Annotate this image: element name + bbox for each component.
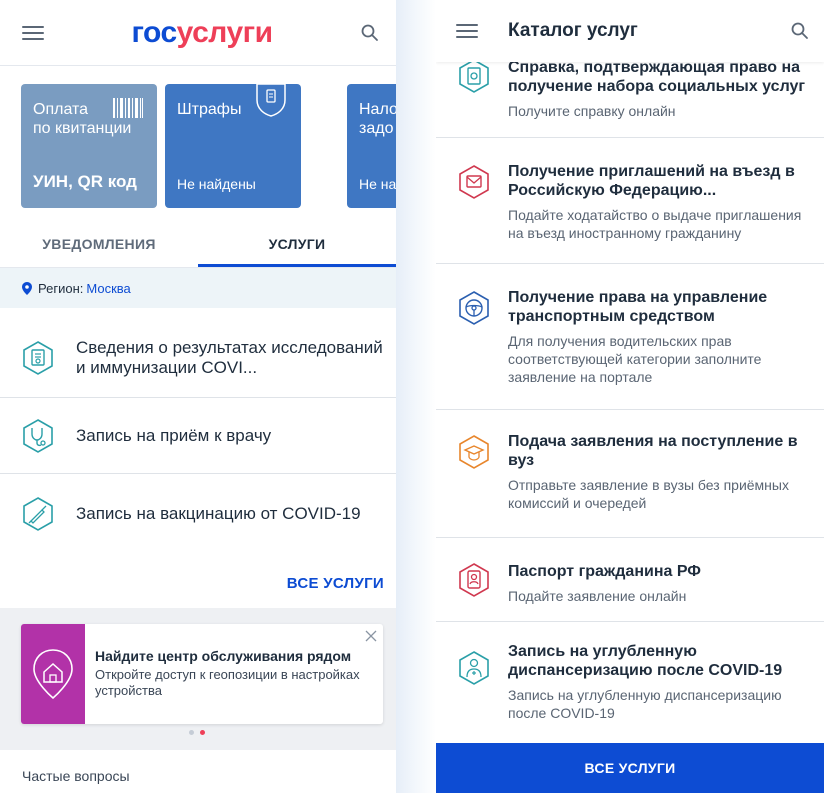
graduation-cap-icon — [459, 435, 489, 469]
catalog-item-university[interactable]: Подача заявления на поступление в вуз От… — [436, 410, 824, 538]
carousel-dot[interactable] — [189, 730, 194, 735]
card-taxes-title: Нало задо — [359, 101, 396, 137]
passport-icon — [459, 563, 489, 597]
catalog-item-desc: Подайте ходатайство о выдаче приглашения… — [508, 207, 802, 241]
region-bar: Регион: Москва — [0, 268, 396, 308]
catalog-item-title: Справка, подтверждающая право на получен… — [508, 59, 806, 95]
catalog-item-title: Паспорт гражданина РФ — [508, 563, 701, 580]
promo-text: Откройте доступ к геопозиции в настройка… — [95, 667, 360, 698]
promo-section: Найдите центр обслуживания рядом Откройт… — [0, 608, 396, 750]
all-services-button[interactable]: ВСЕ УСЛУГИ — [436, 743, 824, 793]
card-fines[interactable]: Штрафы Не найдены — [165, 84, 301, 208]
catalog-list: Справка, подтверждающая право на получен… — [436, 50, 824, 746]
faq-heading[interactable]: Частые вопросы — [22, 768, 130, 784]
promo-card[interactable]: Найдите центр обслуживания рядом Откройт… — [21, 624, 383, 724]
gosuslugi-logo[interactable]: госуслуги — [131, 15, 273, 50]
all-services-link[interactable]: ВСЕ УСЛУГИ — [287, 575, 384, 592]
tab-bar: УВЕДОМЛЕНИЯ УСЛУГИ — [0, 222, 396, 268]
catalog-title: Каталог услуг — [508, 20, 638, 41]
region-link[interactable]: Москва — [86, 281, 130, 296]
card-taxes-value: Не на — [359, 176, 396, 192]
service-label: Запись на приём к врачу — [76, 425, 272, 445]
syringe-icon — [23, 497, 53, 531]
region-label: Регион: — [38, 280, 84, 296]
service-doctor-appointment[interactable]: Запись на приём к врачу — [0, 398, 396, 474]
promo-icon-tile — [21, 624, 85, 724]
location-pin-icon — [22, 281, 32, 295]
catalog-item-desc: Для получения водительских прав соответс… — [508, 333, 762, 385]
card-taxes[interactable]: Нало задо Не на — [347, 84, 396, 208]
card-fines-value: Не найдены — [177, 176, 256, 192]
stethoscope-icon — [23, 418, 53, 453]
promo-title: Найдите центр обслуживания рядом — [95, 648, 352, 664]
catalog-item-title: Получение права на управление транспортн… — [508, 289, 768, 325]
logo-part-uslugi: услуги — [176, 15, 273, 49]
tab-services[interactable]: УСЛУГИ — [198, 222, 396, 267]
menu-icon[interactable] — [456, 24, 478, 38]
search-icon[interactable] — [790, 21, 810, 41]
service-label: Запись на вакцинацию от COVID-19 — [76, 504, 361, 523]
service-list: Сведения о результатах исследований и им… — [0, 318, 396, 554]
medical-document-icon — [23, 340, 53, 375]
invitation-icon — [459, 165, 489, 199]
carousel-dot-active[interactable] — [200, 730, 205, 735]
catalog-item-desc: Отправьте заявление в вузы без приёмных … — [508, 477, 789, 511]
catalog-item-medical-checkup[interactable]: Запись на углубленную диспансеризацию по… — [436, 622, 824, 746]
steering-wheel-icon — [459, 291, 489, 325]
screen-divider — [396, 0, 436, 793]
home-location-icon — [33, 649, 73, 700]
card-payment-value: УИН, QR код — [33, 172, 137, 191]
catalog-top-bar: Каталог услуг — [436, 0, 824, 62]
menu-icon[interactable] — [22, 25, 44, 40]
tab-notifications[interactable]: УВЕДОМЛЕНИЯ — [0, 222, 198, 267]
certificate-icon — [459, 59, 489, 93]
left-screen: госуслуги Оплата по квитанции УИН, QR ко… — [0, 0, 396, 793]
catalog-item-driving-license[interactable]: Получение права на управление транспортн… — [436, 264, 824, 410]
catalog-item-social-services[interactable]: Справка, подтверждающая право на получен… — [436, 50, 824, 138]
catalog-item-title: Получение приглашений на въезд в Российс… — [508, 163, 795, 199]
carousel-dots — [189, 730, 205, 735]
catalog-item-title: Запись на углубленную диспансеризацию по… — [508, 643, 783, 679]
promo-body: Найдите центр обслуживания рядом Откройт… — [85, 624, 383, 724]
catalog-item-desc: Получите справку онлайн — [508, 103, 676, 119]
close-icon[interactable] — [365, 630, 377, 642]
catalog-item-passport[interactable]: Паспорт гражданина РФ Подайте заявление … — [436, 538, 824, 622]
top-bar: госуслуги — [0, 0, 396, 66]
catalog-item-desc: Запись на углубленную диспансеризацию по… — [508, 687, 782, 721]
search-icon[interactable] — [360, 23, 380, 43]
service-covid-vaccination[interactable]: Запись на вакцинацию от COVID-19 — [0, 474, 396, 554]
right-screen: Каталог услуг Справка, подтверждающая пр… — [436, 0, 824, 793]
service-label: Сведения о результатах исследований и им… — [76, 337, 383, 377]
quick-cards: Оплата по квитанции УИН, QR код Штрафы Н… — [21, 84, 396, 208]
doctor-icon — [459, 651, 489, 685]
service-covid-results[interactable]: Сведения о результатах исследований и им… — [0, 318, 396, 398]
shield-icon — [256, 84, 286, 117]
barcode-icon — [113, 98, 143, 118]
card-payment[interactable]: Оплата по квитанции УИН, QR код — [21, 84, 157, 208]
catalog-item-entry-invitation[interactable]: Получение приглашений на въезд в Российс… — [436, 138, 824, 264]
logo-part-gos: гос — [131, 15, 177, 49]
catalog-item-desc: Подайте заявление онлайн — [508, 588, 687, 604]
catalog-item-title: Подача заявления на поступление в вуз — [508, 433, 798, 469]
